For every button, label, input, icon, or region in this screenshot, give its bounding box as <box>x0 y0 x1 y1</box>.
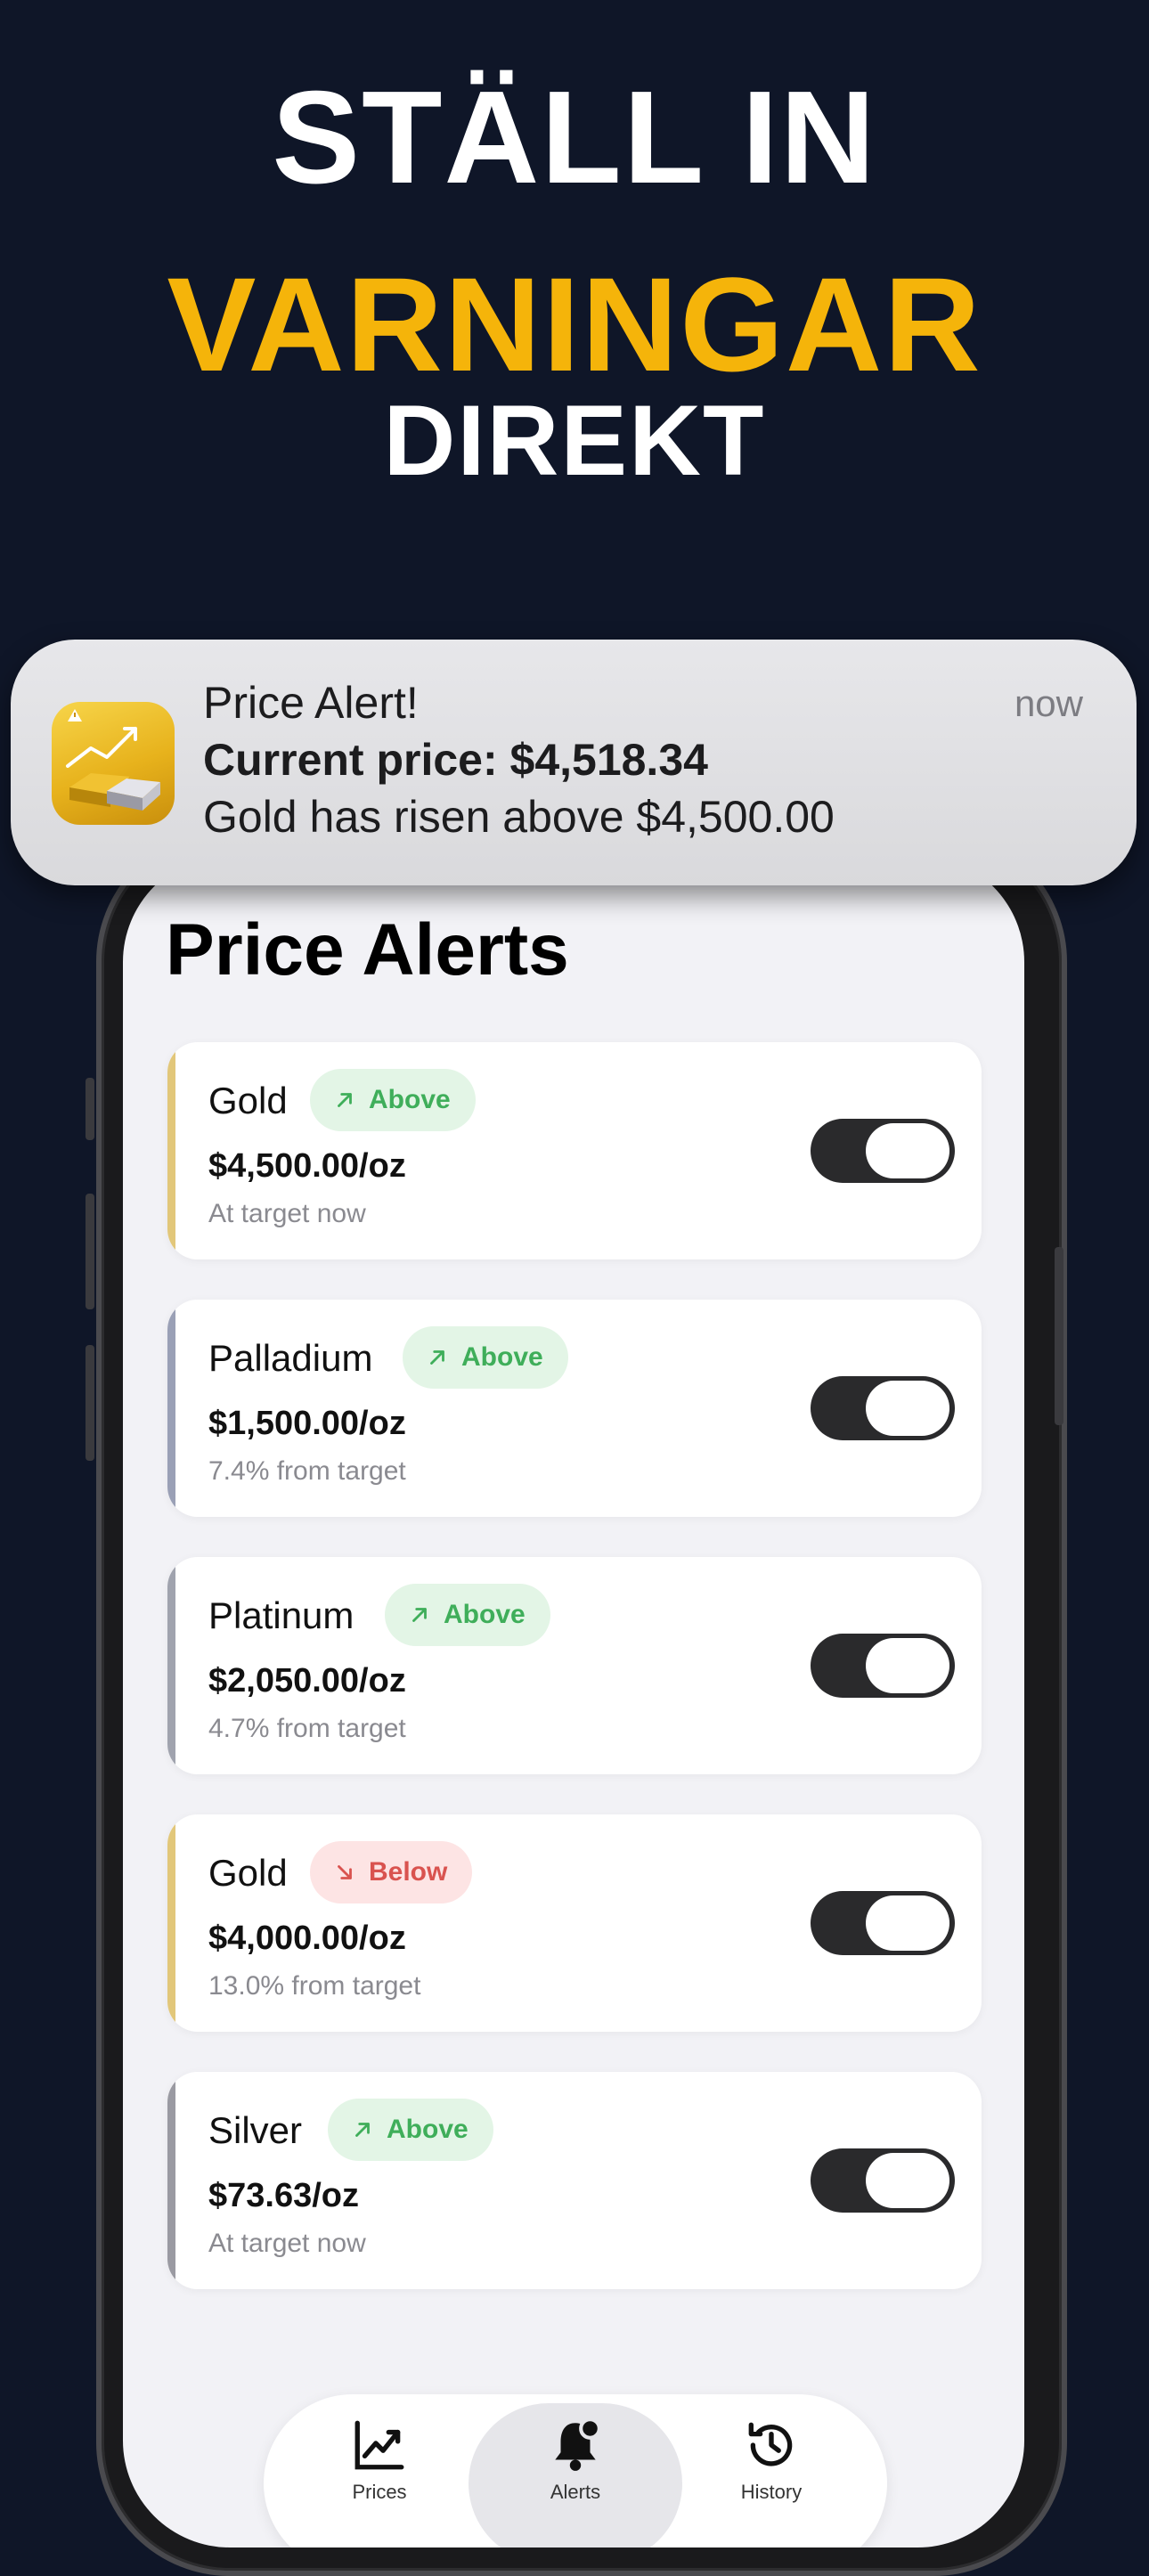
tab-label: Prices <box>352 2481 407 2503</box>
hero-line-2: VARNINGAR <box>167 249 982 399</box>
alert-toggle[interactable] <box>811 1376 955 1440</box>
toggle-knob <box>866 1123 949 1178</box>
alert-toggle[interactable] <box>811 1634 955 1698</box>
direction-label: Above <box>461 1342 543 1372</box>
direction-label: Below <box>369 1857 448 1887</box>
app-screen: Price Alerts Gold Above $4,500.00/oz At … <box>123 855 1024 2547</box>
page-title: Price Alerts <box>166 909 569 990</box>
tab-alerts[interactable]: Alerts <box>513 2416 638 2531</box>
metal-color-stripe <box>167 1042 175 1259</box>
phone-volume-up-button <box>86 1194 94 1309</box>
tab-label: Alerts <box>550 2481 601 2503</box>
arrow-up-right-icon <box>412 1608 427 1622</box>
metal-color-stripe <box>167 1814 175 2032</box>
metal-name: Palladium <box>208 1337 373 1379</box>
direction-badge: Above <box>310 1069 476 1131</box>
metal-name: Gold <box>208 1852 288 1894</box>
arrow-down-right-icon <box>338 1865 352 1879</box>
tab-prices[interactable]: Prices <box>317 2416 442 2531</box>
tab-history[interactable]: History <box>709 2416 834 2531</box>
target-price: $1,500.00/oz <box>208 1405 406 1442</box>
toggle-knob <box>866 1381 949 1436</box>
alert-toggle[interactable] <box>811 2148 955 2213</box>
alert-card[interactable]: Gold Above $4,500.00/oz At target now <box>167 1042 982 1259</box>
metal-color-stripe <box>167 1557 175 1774</box>
gold-bars-chart-icon <box>52 702 175 825</box>
toggle-knob <box>866 1895 949 1951</box>
metal-name: Gold <box>208 1080 288 1121</box>
target-status: 7.4% from target <box>208 1456 406 1486</box>
direction-label: Above <box>444 1600 526 1629</box>
target-price: $2,050.00/oz <box>208 1662 406 1700</box>
target-price: $73.63/oz <box>208 2177 359 2214</box>
phone-side-button <box>86 1078 94 1140</box>
metal-color-stripe <box>167 1300 175 1517</box>
bell-icon <box>555 2417 601 2471</box>
alert-toggle[interactable] <box>811 1119 955 1183</box>
metal-color-stripe <box>167 2072 175 2289</box>
target-status: At target now <box>208 2229 366 2258</box>
arrow-up-right-icon <box>430 1350 444 1365</box>
alert-card[interactable]: Gold Below $4,000.00/oz 13.0% from targe… <box>167 1814 982 2032</box>
alert-card[interactable]: Silver Above $73.63/oz At target now <box>167 2072 982 2289</box>
alert-card[interactable]: Palladium Above $1,500.00/oz 7.4% from t… <box>167 1300 982 1517</box>
metal-name: Silver <box>208 2109 303 2151</box>
target-status: At target now <box>208 1199 366 1228</box>
alert-card[interactable]: Platinum Above $2,050.00/oz 4.7% from ta… <box>167 1557 982 1774</box>
target-status: 4.7% from target <box>208 1714 406 1743</box>
history-icon <box>748 2422 793 2466</box>
tab-label: History <box>740 2481 803 2503</box>
target-price: $4,500.00/oz <box>208 1147 406 1185</box>
direction-label: Above <box>369 1085 451 1114</box>
phone-power-button <box>1055 1247 1063 1425</box>
direction-badge: Above <box>328 2099 493 2161</box>
target-price: $4,000.00/oz <box>208 1920 406 1957</box>
direction-badge: Above <box>403 1326 568 1389</box>
direction-badge: Above <box>385 1584 550 1646</box>
notification-current-price: Current price: $4,518.34 <box>203 735 708 785</box>
chart-icon <box>354 2420 404 2470</box>
hero-line-3: DIREKT <box>383 385 766 496</box>
alert-toggle[interactable] <box>811 1891 955 1955</box>
tab-bar: Prices Alerts History <box>264 2394 887 2547</box>
toggle-knob <box>866 1638 949 1693</box>
arrow-up-right-icon <box>338 1093 352 1107</box>
notification-message: Gold has risen above $4,500.00 <box>203 792 835 842</box>
notification-title: Price Alert! <box>203 678 419 728</box>
direction-badge: Below <box>310 1841 473 1903</box>
target-status: 13.0% from target <box>208 1971 421 2001</box>
direction-label: Above <box>387 2115 469 2144</box>
arrow-up-right-icon <box>355 2123 370 2137</box>
hero-line-1: STÄLL IN <box>272 64 877 211</box>
push-notification[interactable]: Price Alert! Current price: $4,518.34 Go… <box>11 640 1137 885</box>
notification-time: now <box>1014 682 1083 724</box>
toggle-knob <box>866 2153 949 2208</box>
phone-volume-down-button <box>86 1345 94 1461</box>
metal-name: Platinum <box>208 1594 354 1636</box>
